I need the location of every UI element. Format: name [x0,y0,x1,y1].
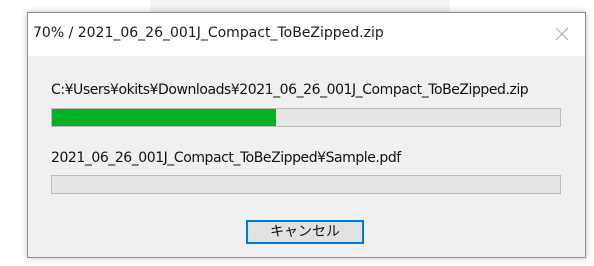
overall-progress-fill [52,109,276,126]
close-button[interactable] [549,21,575,47]
archive-path-label: C:¥Users¥okits¥Downloads¥2021_06_26_001J… [51,82,529,98]
close-icon [555,27,569,41]
current-file-label: 2021_06_26_001J_Compact_ToBeZipped¥Sampl… [51,150,401,166]
background-window-strip [150,0,450,12]
compression-progress-dialog: 70% / 2021_06_26_001J_Compact_ToBeZipped… [27,12,586,258]
window-title: 70% / 2021_06_26_001J_Compact_ToBeZipped… [33,25,384,41]
title-bar[interactable]: 70% / 2021_06_26_001J_Compact_ToBeZipped… [28,13,585,56]
overall-progress-bar [51,108,561,127]
file-progress-bar [51,175,561,194]
cancel-button[interactable]: キャンセル [246,220,364,244]
